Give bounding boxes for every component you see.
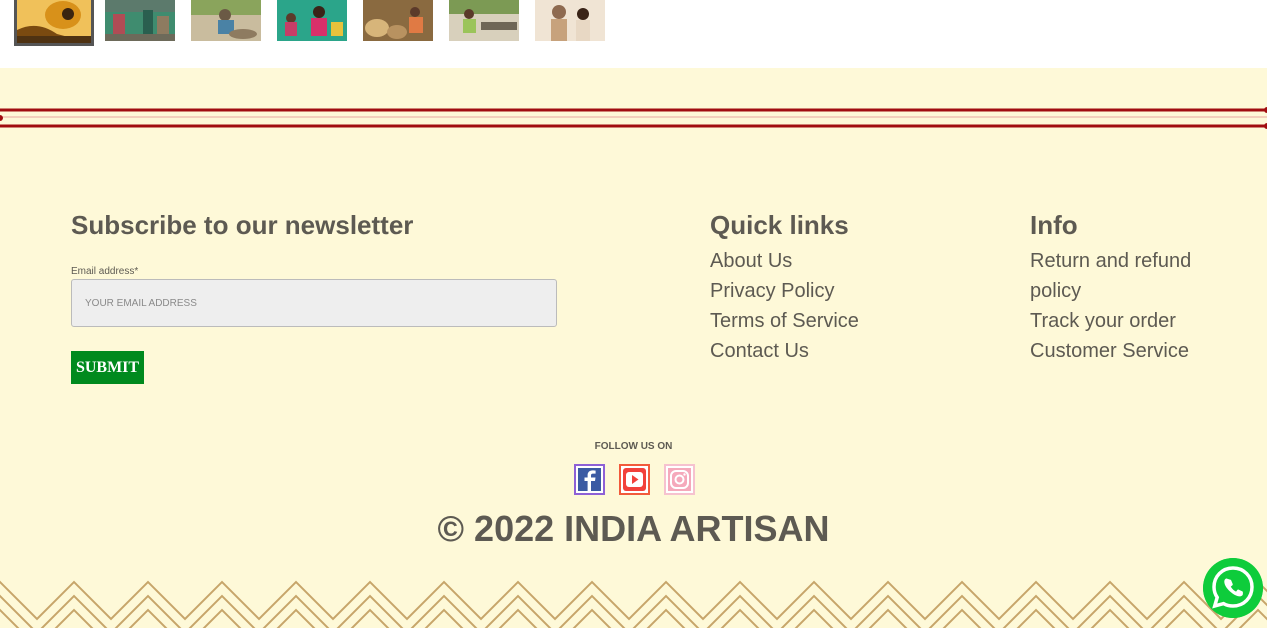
loom-image [449,0,519,41]
email-input[interactable] [71,279,557,327]
baskets-image [363,0,433,41]
decorative-chevron-pattern [0,580,1267,628]
thumbnail-couple[interactable] [535,0,605,41]
newsletter-title: Subscribe to our newsletter [71,210,414,240]
thumbnail-loom[interactable] [449,0,519,41]
thumbnail-pottery[interactable] [14,0,94,46]
privacy-policy-link[interactable]: Privacy Policy [710,276,859,306]
potter-wheel-image [191,0,261,41]
thumbnail-workshop[interactable] [105,0,175,41]
return-refund-link[interactable]: Return and refund policy [1030,246,1230,306]
terms-of-service-link[interactable]: Terms of Service [710,306,859,336]
couple-image [535,0,605,41]
workshop-image [105,0,175,41]
thumbnail-artisans-group[interactable] [277,0,347,41]
track-order-link[interactable]: Track your order [1030,306,1230,336]
decorative-red-border [0,107,1267,129]
submit-button[interactable]: SUBMIT [71,351,144,384]
thumbnail-baskets[interactable] [363,0,433,41]
contact-us-link[interactable]: Contact Us [710,336,859,366]
site-footer: Subscribe to our newsletter Email addres… [0,68,1267,628]
info-title: Info [1030,210,1078,240]
youtube-icon[interactable] [619,464,650,495]
quick-links-title: Quick links [710,210,849,240]
customer-service-link[interactable]: Customer Service [1030,336,1230,366]
follow-us-label: FOLLOW US ON [594,441,673,452]
pottery-image [17,0,91,43]
quick-links-list: About Us Privacy Policy Terms of Service… [710,246,859,366]
thumbnail-potter-wheel[interactable] [191,0,261,41]
whatsapp-icon[interactable] [1203,558,1263,618]
info-links-list: Return and refund policy Track your orde… [1030,246,1230,366]
email-label: Email address* [71,266,139,277]
copyright-text: © 2022 INDIA ARTISAN [437,508,830,549]
instagram-icon[interactable] [664,464,695,495]
thumbnail-strip [0,0,1267,68]
about-us-link[interactable]: About Us [710,246,859,276]
facebook-icon[interactable] [574,464,605,495]
artisans-group-image [277,0,347,41]
